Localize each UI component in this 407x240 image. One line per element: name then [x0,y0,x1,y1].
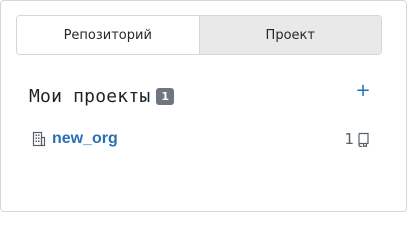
projects-count-badge: 1 [156,88,175,105]
repo-count: 1 [344,130,371,148]
tab-repository[interactable]: Репозиторий [17,16,199,54]
projects-panel: Репозиторий Проект Мои проекты 1 + new_o… [0,0,407,212]
tab-project[interactable]: Проект [198,16,381,54]
repo-count-value: 1 [344,130,354,148]
section-header: Мои проекты 1 [29,86,175,107]
add-project-button[interactable]: + [354,81,372,101]
repo-project-tabs: Репозиторий Проект [16,15,382,55]
repo-icon [357,131,371,147]
section-title: Мои проекты [29,86,151,107]
list-item: new_org 1 [31,128,371,150]
org-link-new-org[interactable]: new_org [52,130,118,148]
organization-icon [31,131,47,147]
